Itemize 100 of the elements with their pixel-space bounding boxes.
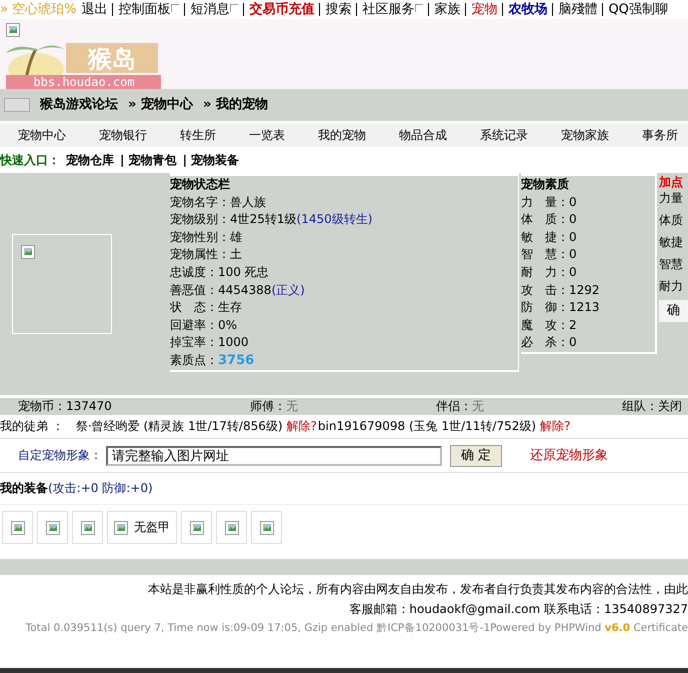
status-text: 回避率：0% xyxy=(170,318,238,332)
breadcrumb-link[interactable]: » 宠物中心 xyxy=(128,96,193,114)
stat-label: 智慧 xyxy=(659,257,683,272)
stat-text: 体 质：0 xyxy=(521,212,577,226)
stat-text: 耐 力：0 xyxy=(521,264,577,279)
stat-text: 防 御：1213 xyxy=(521,300,600,314)
summary-value: 137470 xyxy=(66,399,112,414)
disciple-text: 祭·曾经哟爱 (精灵族 1世/17转/856级) xyxy=(76,418,283,435)
restore-link[interactable]: 还原宠物形象 xyxy=(530,446,608,464)
stat-text: 敏 捷：0 xyxy=(521,230,577,244)
dropdown-icon[interactable] xyxy=(415,4,424,12)
broken-image-icon xyxy=(260,520,274,534)
equipment-slot[interactable] xyxy=(2,511,33,544)
broken-image-icon xyxy=(224,520,238,534)
quick-link[interactable]: 宠物仓库 xyxy=(66,152,114,168)
stat-text: 智 慧：0 xyxy=(521,247,577,262)
panel-title: 宠物素质 xyxy=(521,176,570,193)
menu-tab[interactable]: 宠物中心 xyxy=(18,127,66,144)
equipment-slot[interactable] xyxy=(72,511,103,544)
quick-link[interactable]: | 宠物青包 xyxy=(120,152,177,168)
nav-link[interactable]: QQ强制聊 xyxy=(608,0,668,18)
nav-link[interactable]: 农牧场 xyxy=(508,0,548,18)
footer-text: Total 0.039511(s) query 7, Time now is:09-09 17:05, Gzip enabled 黔ICP备10200031号-1Powered by PHPWind v6.0 Certificate xyxy=(24,621,688,636)
footer-text: 本站是非赢利性质的个人论坛，所有内容由网友自由发布，发布者自行负责其发布内容的合法性，由此 xyxy=(147,581,688,598)
summary-label: 师傅： xyxy=(250,399,286,414)
status-text: 状 态：生存 xyxy=(170,300,242,314)
status-text: 掉宝率：1000 xyxy=(170,335,249,350)
status-text: 素质点： xyxy=(170,352,218,367)
summary-value: 无 xyxy=(286,399,298,414)
disciple-text: bin191679098 (玉兔 1世/11转/752级) xyxy=(318,418,536,435)
menu-tab[interactable]: 我的宠物 xyxy=(318,127,366,144)
dropdown-icon[interactable] xyxy=(171,4,180,12)
section-title: 我的装备 xyxy=(0,480,48,497)
equipment-slot[interactable] xyxy=(181,511,212,544)
url-field[interactable]: 请完整输入图片网址 xyxy=(106,446,442,466)
nav-link[interactable]: 宠物 xyxy=(471,0,498,18)
nav-link[interactable]: 家族 xyxy=(434,0,460,18)
broken-image-icon xyxy=(114,520,128,534)
stat-text: 攻 击：1292 xyxy=(521,282,600,297)
nav-link[interactable]: 短消息 xyxy=(190,0,230,18)
dropdown-icon[interactable] xyxy=(230,4,238,12)
summary-label: 宠物币： xyxy=(18,399,66,414)
disciples-label: 我的徒弟 ： xyxy=(0,418,64,435)
panel-title: 宠物状态栏 xyxy=(170,176,231,193)
nav-link[interactable]: 退出 xyxy=(81,0,108,18)
slot-label: 无盔甲 xyxy=(134,519,170,536)
stat-label: 力量 xyxy=(659,191,683,206)
status-text: 善恶值：4454388 xyxy=(170,282,272,297)
remove-link[interactable]: 解除? xyxy=(540,418,570,435)
equipment-slot[interactable] xyxy=(251,511,282,544)
summary-value: 关闭 xyxy=(658,399,682,414)
equipment-stats: (攻击:+0 防御:+0) xyxy=(48,480,153,497)
broken-image-icon xyxy=(80,520,94,534)
menu-tab[interactable]: 宠物家族 xyxy=(561,127,609,144)
summary-value: 无 xyxy=(472,399,484,414)
footer-text: 客服邮箱：houdaokf@gmail.com 联系电话：13540897327 xyxy=(348,601,688,618)
confirm-button[interactable]: 确 定 xyxy=(450,444,502,466)
stat-text: 力 量：0 xyxy=(521,194,577,209)
quick-link[interactable]: | 宠物装备 xyxy=(182,152,240,168)
remove-link[interactable]: 解除? xyxy=(286,418,317,435)
menu-tab[interactable]: 物品合成 xyxy=(399,127,447,144)
broken-image-icon xyxy=(10,520,24,534)
broken-image-icon xyxy=(190,520,204,534)
stat-text: 魔 攻：2 xyxy=(521,318,577,332)
nav-link[interactable]: 脑殘體 xyxy=(558,0,598,18)
panel-title: 加点 xyxy=(659,174,684,190)
status-text: 忠诚度：100 死忠 xyxy=(170,264,269,279)
broken-image-icon xyxy=(21,244,35,259)
stat-label: 敏捷 xyxy=(659,235,683,250)
status-value: 3756 xyxy=(218,352,254,368)
breadcrumb-link[interactable]: » 我的宠物 xyxy=(202,96,268,114)
equipment-slot[interactable] xyxy=(37,511,68,544)
nav-link[interactable]: 控制面板 xyxy=(118,0,170,18)
confirm-button[interactable]: 确 xyxy=(659,300,688,322)
status-text: 宠物级别：4世25转1级 xyxy=(170,212,297,226)
nav-link[interactable]: 交易币充值 xyxy=(249,0,314,18)
status-text: 宠物名字：兽人族 xyxy=(170,194,266,209)
menu-tab[interactable]: 宠物银行 xyxy=(99,127,147,144)
breadcrumb-link[interactable]: 猴岛游戏论坛 xyxy=(40,96,118,114)
stat-text: 必 杀：0 xyxy=(521,335,577,350)
status-note: (正义) xyxy=(271,282,305,297)
stat-label: 耐力 xyxy=(659,279,683,294)
broken-image-icon xyxy=(6,23,20,37)
menu-tab[interactable]: 一览表 xyxy=(249,127,285,144)
status-note: (1450级转生) xyxy=(296,212,372,226)
status-text: 宠物属性：土 xyxy=(170,247,242,262)
menu-tab[interactable]: 转生所 xyxy=(180,127,216,144)
equipment-slot[interactable]: 无盔甲 xyxy=(107,511,177,544)
nav-link[interactable]: 搜索 xyxy=(325,0,352,18)
menu-tab[interactable]: 系统记录 xyxy=(480,127,528,144)
broken-image-icon xyxy=(46,520,60,534)
summary-label: 组队： xyxy=(622,399,658,414)
status-text: 宠物性别：雄 xyxy=(170,230,242,244)
breadcrumb-icon xyxy=(4,98,30,112)
field-label: 自定宠物形象： xyxy=(18,447,102,464)
stat-label: 体质 xyxy=(659,213,683,228)
summary-label: 伴侣： xyxy=(436,399,472,414)
equipment-slot[interactable] xyxy=(216,511,247,544)
menu-tab[interactable]: 事务所 xyxy=(642,127,678,144)
nav-link[interactable]: 社区服务 xyxy=(362,0,414,18)
